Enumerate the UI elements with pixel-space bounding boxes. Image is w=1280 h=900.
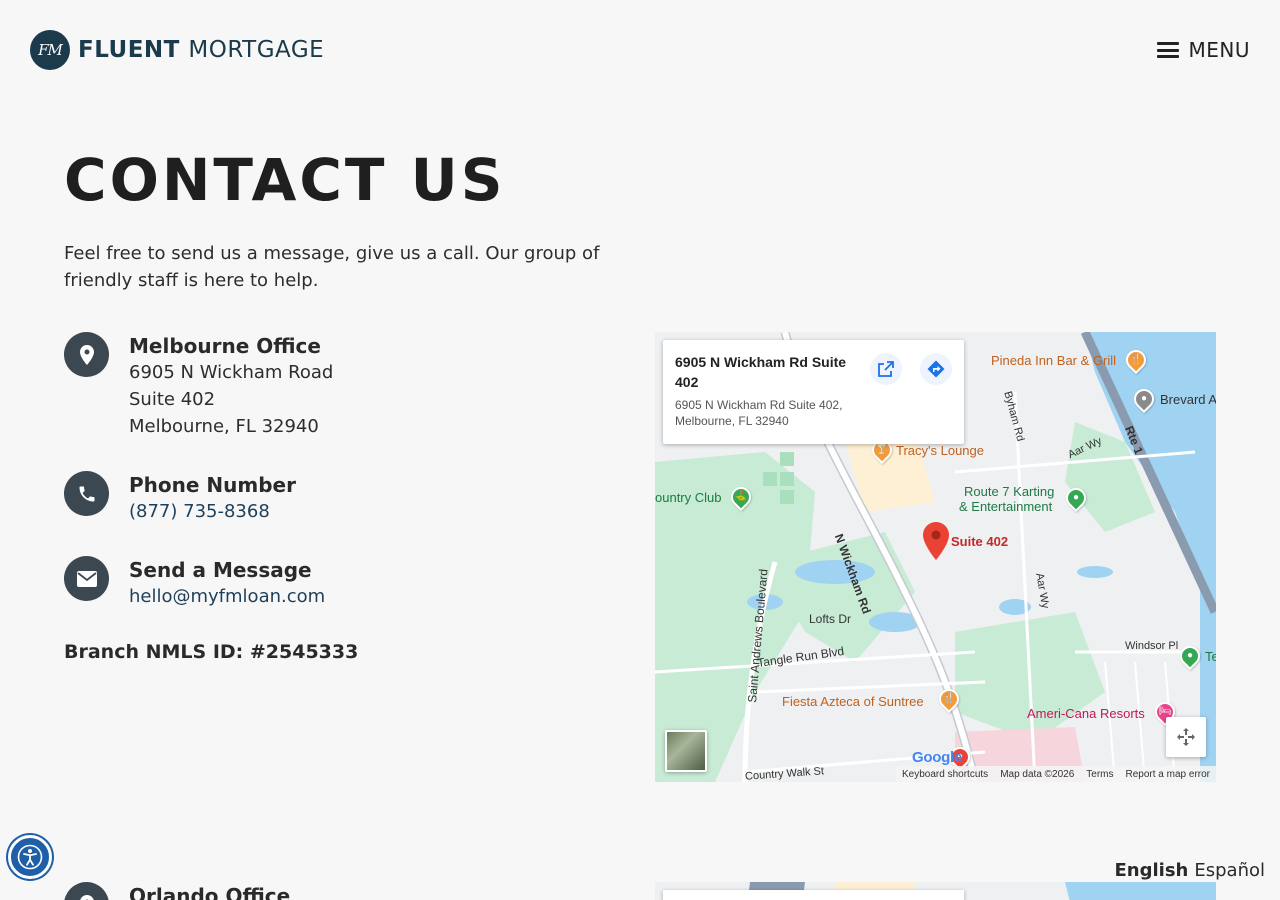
page: FM FLUENT MORTGAGE MENU CONTACT US Feel … [0,0,1280,900]
open-in-maps-button[interactable] [870,353,902,385]
language-spanish[interactable]: Español [1194,860,1265,881]
google-logo: Google [912,749,962,766]
accessibility-icon [17,844,43,870]
phone-title: Phone Number [129,473,296,497]
info-window-address: 6905 N Wickham Rd Suite 402, Melbourne, … [675,398,843,428]
menu-label: MENU [1188,38,1250,62]
office-details: Melbourne Office 6905 N Wickham Road Sui… [129,332,333,440]
office-title: Melbourne Office [129,334,321,358]
message-details: Send a Message hello@myfmloan.com [129,556,325,610]
hamburger-icon [1156,42,1179,58]
directions-icon [927,360,945,378]
pin-label-suite[interactable]: Suite 402 [951,534,1008,549]
poi-label-country-club[interactable]: ountry Club [655,490,721,505]
language-english[interactable]: English [1114,860,1188,881]
terms-link[interactable]: Terms [1086,769,1113,780]
map-pin-icon [64,332,109,377]
nmls-id: Branch NMLS ID: #2545333 [64,641,359,663]
contact-office: Melbourne Office 6905 N Wickham Road Sui… [64,332,333,440]
poi-label-pineda[interactable]: Pineda Inn Bar & Grill [991,353,1116,368]
road-label: Windsor Pl [1125,640,1179,652]
poi-label-tracys[interactable]: Tracy's Lounge [896,443,984,458]
map-info-window: 6905 N Wickham Rd Suite 402 6905 N Wickh… [663,340,964,444]
contact-phone: Phone Number (877) 735-8368 [64,471,296,525]
fullscreen-icon [1177,728,1195,746]
phone-link[interactable]: (877) 735-8368 [129,501,270,522]
report-map-error-link[interactable]: Report a map error [1126,769,1210,780]
logo-monogram-icon: FM [30,30,70,70]
keyboard-shortcuts-link[interactable]: Keyboard shortcuts [902,769,988,780]
external-link-icon [878,361,894,377]
contact-message: Send a Message hello@myfmloan.com [64,556,325,610]
office-line-1: 6905 N Wickham Road [129,362,334,383]
road-label: Lofts Dr [809,612,852,626]
accessibility-button[interactable] [8,835,52,879]
google-logo-text: Google [912,749,962,766]
map-attribution: Keyboard shortcuts Map data ©2026 Terms … [896,766,1216,782]
intro-text: Feel free to send us a message, give us … [64,243,600,291]
logo-brand-bold: FLUENT [78,37,180,63]
phone-icon [64,471,109,516]
info-window-title: 6905 N Wickham Rd Suite 402 [675,354,847,390]
orlando-title: Orlando Office [129,884,291,900]
office-line-3: Melbourne, FL 32940 [129,416,319,437]
map-data-label: Map data ©2026 [1000,768,1075,780]
fullscreen-button[interactable] [1166,717,1206,757]
office-line-2: Suite 402 [129,389,216,410]
office-map[interactable]: N Wickham Rd Saint Andrews Boulevard Lof… [655,332,1216,782]
envelope-icon [64,556,109,601]
orlando-map[interactable] [655,882,1216,900]
logo-wordmark: FLUENT MORTGAGE [78,37,324,63]
poi-label-fiesta[interactable]: Fiesta Azteca of Suntree [782,694,924,709]
map-pin-icon [64,882,109,900]
language-switcher: English Español [1114,860,1265,881]
poi-label-americana[interactable]: Ameri-Cana Resorts [1027,706,1145,721]
phone-details: Phone Number (877) 735-8368 [129,471,296,525]
directions-button[interactable] [920,353,952,385]
poi-label-route7[interactable]: Route 7 Karting [964,484,1054,499]
contact-orlando-office: Orlando Office [64,882,290,900]
message-title: Send a Message [129,558,312,582]
menu-button[interactable]: MENU [1156,38,1251,62]
poi-label-brevard[interactable]: Brevard Appraisal [1160,392,1216,407]
page-title: CONTACT US [64,146,506,214]
email-link[interactable]: hello@myfmloan.com [129,586,325,607]
site-logo[interactable]: FM FLUENT MORTGAGE [30,30,324,70]
map-info-window [663,890,964,900]
poi-label-te[interactable]: Te [1205,649,1216,664]
location-pin-icon[interactable] [923,522,949,560]
satellite-toggle-button[interactable] [665,730,707,772]
poi-label-route7-line2[interactable]: & Entertainment [959,499,1052,514]
logo-brand-light: MORTGAGE [188,37,325,63]
